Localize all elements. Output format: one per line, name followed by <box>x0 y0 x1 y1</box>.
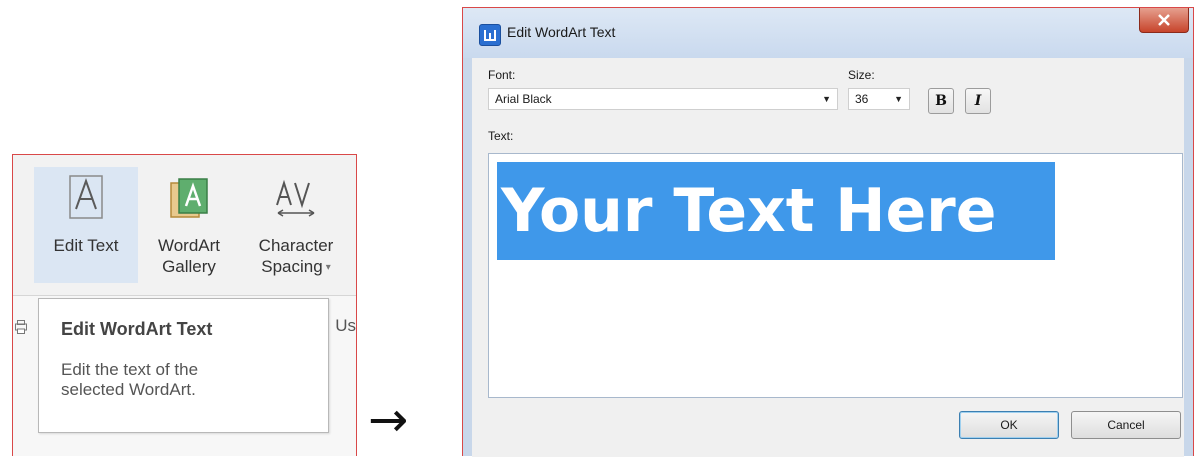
wordart-gallery-icon <box>169 171 209 219</box>
font-value: Arial Black <box>495 92 552 106</box>
font-select[interactable]: Arial Black ▼ <box>488 88 838 110</box>
character-label: Character <box>258 236 334 255</box>
cancel-label: Cancel <box>1107 418 1145 432</box>
tooltip-body-line1: Edit the text of the <box>61 360 199 379</box>
edit-wordart-dialog: Edit WordArt Text Font: Arial Black ▼ Si… <box>462 7 1194 457</box>
selected-text[interactable]: Your Text Here <box>497 162 1055 260</box>
ribbon-group: Edit Text WordArt Gallery Character Spac… <box>13 155 356 296</box>
gallery-label: Gallery <box>162 257 216 276</box>
edit-text-button[interactable]: Edit Text <box>34 167 138 283</box>
edit-text-icon <box>69 171 103 219</box>
title-bar[interactable]: Edit WordArt Text <box>463 8 1193 58</box>
font-label: Font: <box>488 68 516 82</box>
bold-label: B <box>935 93 947 109</box>
size-select[interactable]: 36 ▼ <box>848 88 910 110</box>
ok-label: OK <box>1000 418 1018 432</box>
print-icon[interactable] <box>15 320 27 334</box>
close-icon <box>1158 14 1170 26</box>
cancel-button[interactable]: Cancel <box>1071 411 1181 439</box>
size-label: Size: <box>848 68 875 82</box>
text-label: Text: <box>488 129 514 143</box>
tooltip-body: Edit the text of the selected WordArt. <box>61 360 306 400</box>
spacing-label-text: Spacing <box>261 257 323 276</box>
character-spacing-icon <box>274 171 318 219</box>
wordart-label: WordArt <box>157 236 221 255</box>
ok-button[interactable]: OK <box>959 411 1059 439</box>
tooltip: Edit WordArt Text Edit the text of the s… <box>38 298 329 433</box>
italic-button[interactable]: I <box>965 88 991 114</box>
right-arrow-icon: → <box>368 392 409 448</box>
italic-label: I <box>974 93 982 109</box>
wordart-text-area[interactable]: Your Text Here <box>488 153 1183 398</box>
partial-label: Us <box>335 316 356 335</box>
dialog-title: Edit WordArt Text <box>507 24 616 40</box>
wordart-gallery-button[interactable]: WordArt Gallery <box>141 167 237 283</box>
tooltip-title: Edit WordArt Text <box>61 319 213 339</box>
chevron-down-icon[interactable]: ▼ <box>894 94 903 104</box>
chevron-down-icon[interactable]: ▾ <box>326 262 331 273</box>
tooltip-body-line2: selected WordArt. <box>61 380 196 399</box>
app-logo-icon <box>479 24 501 46</box>
bold-button[interactable]: B <box>928 88 954 114</box>
spacing-label: Spacing ▾ <box>261 256 330 278</box>
chevron-down-icon[interactable]: ▼ <box>822 94 831 104</box>
size-value: 36 <box>855 92 869 106</box>
close-button[interactable] <box>1139 8 1189 33</box>
character-spacing-button[interactable]: Character Spacing ▾ <box>241 167 351 283</box>
edit-text-label: Edit Text <box>53 236 119 255</box>
